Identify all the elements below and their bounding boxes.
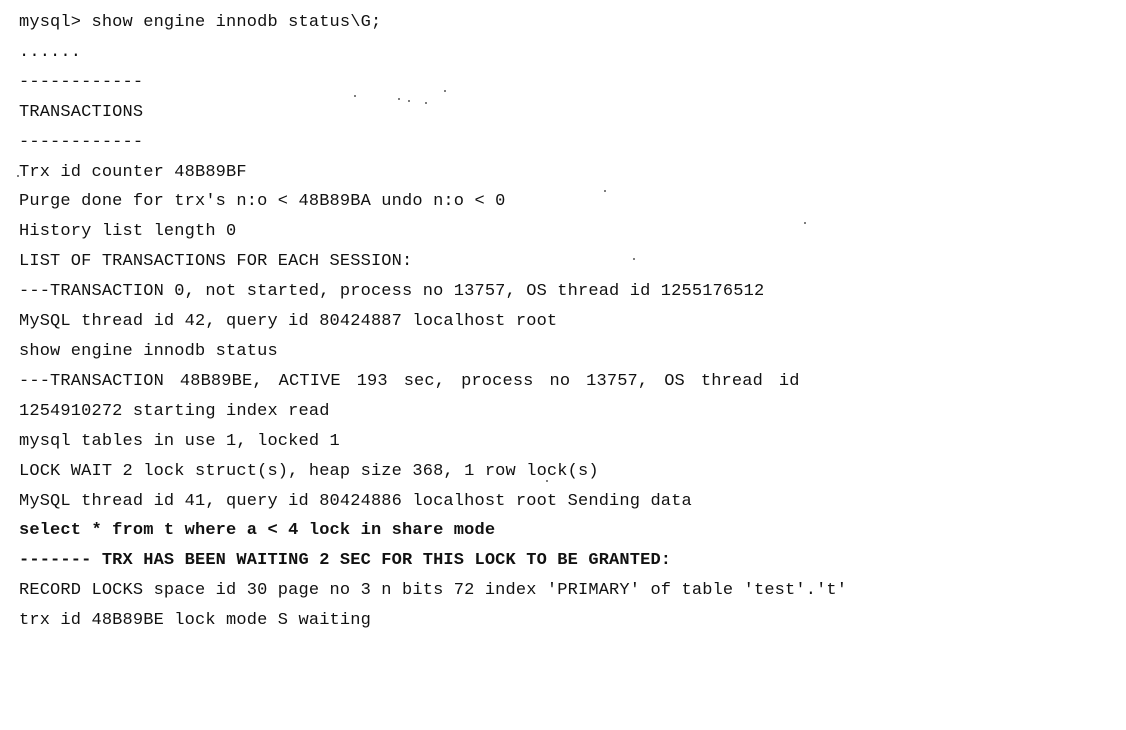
output-line: mysql tables in use 1, locked 1 xyxy=(19,431,340,451)
command-line: mysql> show engine innodb status\G; xyxy=(19,13,382,32)
separator-line: ------------ xyxy=(19,132,144,152)
scan-speck xyxy=(444,90,446,92)
scan-speck xyxy=(408,100,410,102)
output-line: LIST OF TRANSACTIONS FOR EACH SESSION: xyxy=(19,252,413,272)
section-heading: TRANSACTIONS xyxy=(19,102,144,122)
output-line: Purge done for trx's n:o < 48B89BA undo … xyxy=(19,192,506,212)
transaction-line: ---TRANSACTION 48B89BE, ACTIVE 193 sec, … xyxy=(19,371,800,391)
scan-speck xyxy=(604,190,606,192)
scan-speck xyxy=(354,95,356,97)
output-line: trx id 48B89BE lock mode S waiting xyxy=(19,611,371,631)
waiting-query-line: select * from t where a < 4 lock in shar… xyxy=(19,521,496,541)
scan-speck xyxy=(546,480,548,482)
terminal-output: mysql> show engine innodb status\G; ....… xyxy=(19,8,1119,636)
ellipsis-line: ...... xyxy=(19,42,82,62)
scan-speck xyxy=(17,175,19,177)
output-line: MySQL thread id 41, query id 80424886 lo… xyxy=(19,491,692,511)
scan-speck xyxy=(804,222,806,224)
scan-speck xyxy=(398,98,400,100)
transaction-line: ---TRANSACTION 0, not started, process n… xyxy=(19,282,765,302)
output-line: Trx id counter 48B89BF xyxy=(19,162,247,182)
output-line: show engine innodb status xyxy=(19,341,278,361)
lock-wait-notice: ------- TRX HAS BEEN WAITING 2 SEC FOR T… xyxy=(19,551,672,571)
output-line: RECORD LOCKS space id 30 page no 3 n bit… xyxy=(19,581,848,601)
output-line: MySQL thread id 42, query id 80424887 lo… xyxy=(19,312,558,332)
separator-line: ------------ xyxy=(19,72,144,92)
output-line: LOCK WAIT 2 lock struct(s), heap size 36… xyxy=(19,461,599,481)
scan-speck xyxy=(633,258,635,260)
output-line: 1254910272 starting index read xyxy=(19,401,330,421)
output-line: History list length 0 xyxy=(19,222,237,242)
scan-speck xyxy=(425,102,427,104)
